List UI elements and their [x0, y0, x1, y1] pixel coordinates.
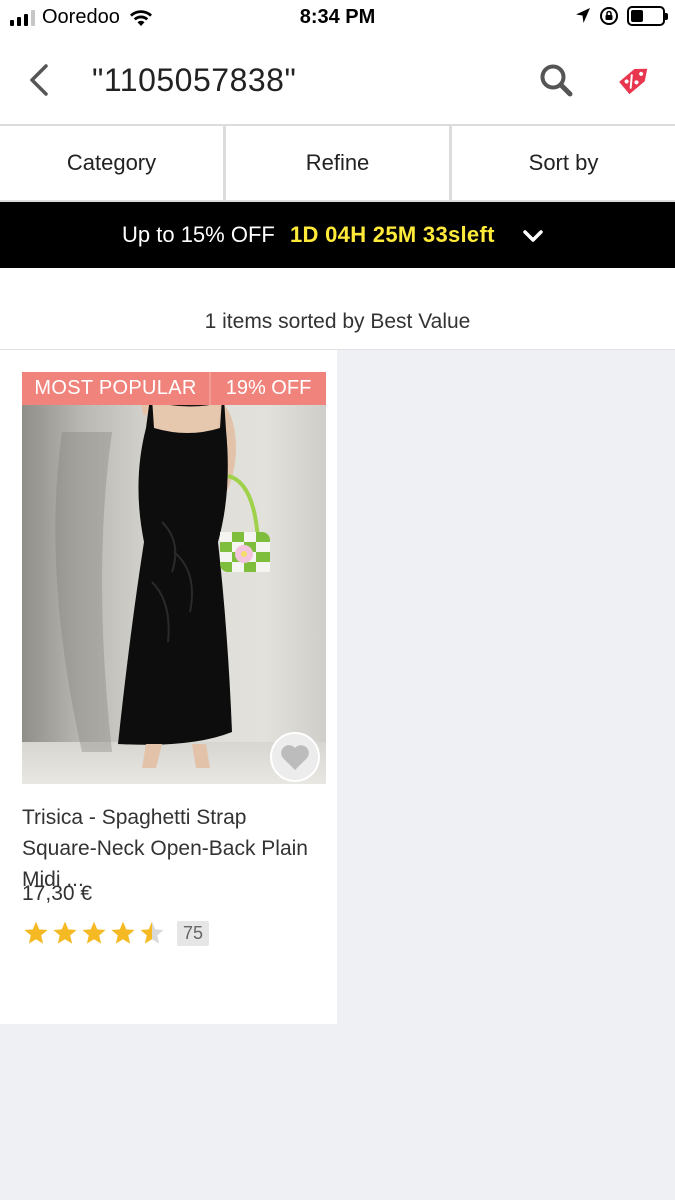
category-tab[interactable]: Category: [0, 126, 223, 200]
search-icon: [540, 64, 573, 97]
search-header: "1105057838": [0, 36, 675, 124]
orientation-lock-icon: [600, 7, 618, 25]
star-full-icon: [53, 921, 77, 944]
product-price: 17,30 €: [22, 882, 93, 905]
promo-countdown: 1D 04H 25M 33sleft: [290, 222, 495, 247]
star-half-icon: [140, 921, 164, 944]
deals-button[interactable]: [612, 56, 658, 102]
chevron-left-icon: [30, 64, 48, 96]
most-popular-badge: MOST POPULAR: [22, 372, 209, 405]
star-full-icon: [82, 921, 106, 944]
wishlist-button[interactable]: [270, 732, 320, 782]
status-right: [575, 6, 668, 26]
results-summary-bar: 1 items sorted by Best Value: [0, 268, 675, 350]
star-full-icon: [111, 921, 135, 944]
product-rating: 75: [22, 920, 210, 946]
promo-banner[interactable]: Up to 15% OFF 1D 04H 25M 33sleft: [0, 202, 675, 268]
heart-icon: [281, 744, 309, 770]
discount-badge: 19% OFF: [209, 372, 326, 405]
promo-expand-button[interactable]: [520, 224, 546, 248]
product-badges: MOST POPULAR 19% OFF: [22, 372, 326, 405]
star-full-icon: [24, 921, 48, 944]
back-button[interactable]: [20, 60, 56, 100]
review-count: 75: [177, 920, 210, 946]
product-card[interactable]: MOST POPULAR 19% OFF Trisica - Spaghetti…: [0, 350, 337, 1024]
dress-photo: [22, 372, 326, 784]
percent-tag-icon: [619, 68, 648, 95]
chevron-down-icon: [523, 230, 543, 242]
promo-text: Up to 15% OFF: [122, 222, 275, 247]
battery-icon: [627, 6, 668, 26]
refine-tab[interactable]: Refine: [223, 126, 449, 200]
filter-bar: Category Refine Sort by: [0, 124, 675, 202]
product-image[interactable]: MOST POPULAR 19% OFF: [22, 372, 326, 784]
status-time: 8:34 PM: [299, 6, 376, 28]
location-arrow-icon: [576, 8, 590, 23]
results-summary: 1 items sorted by Best Value: [204, 310, 471, 333]
status-bar: Ooredoo 8:34 PM: [0, 0, 675, 36]
search-query-text[interactable]: "1105057838": [92, 62, 296, 99]
search-button[interactable]: [536, 60, 576, 100]
sort-by-tab[interactable]: Sort by: [449, 126, 675, 200]
